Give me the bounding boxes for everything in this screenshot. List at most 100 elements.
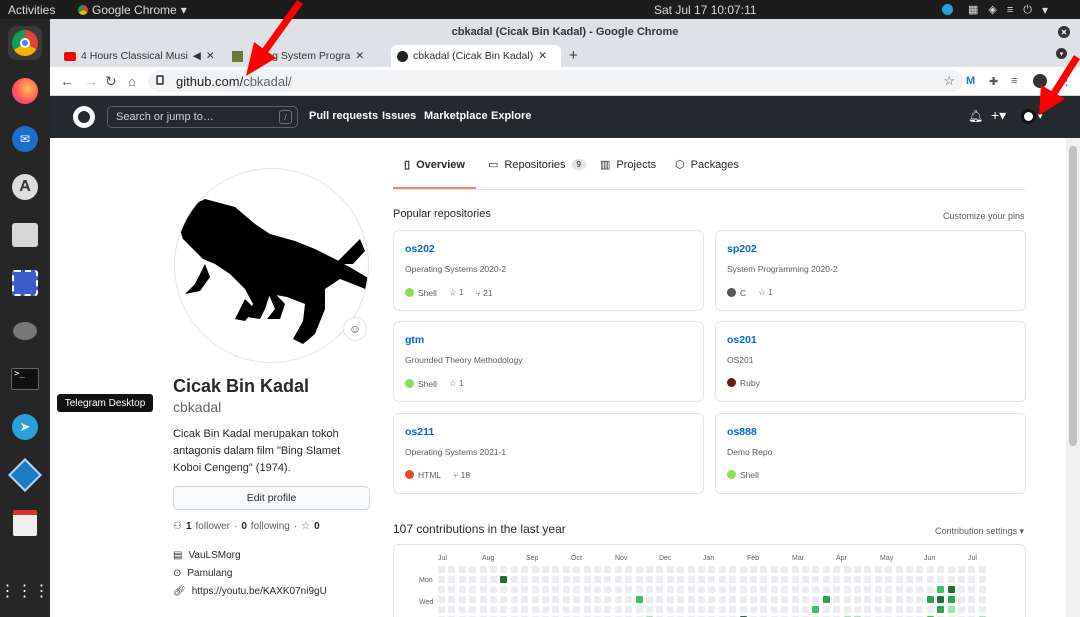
contribution-day[interactable] <box>667 606 674 613</box>
contribution-day[interactable] <box>688 586 695 593</box>
repo-name-link[interactable]: os211 <box>405 426 434 438</box>
contribution-day[interactable] <box>719 606 726 613</box>
contribution-day[interactable] <box>885 576 892 583</box>
contribution-day[interactable] <box>563 566 570 573</box>
contribution-day[interactable] <box>885 586 892 593</box>
contribution-day[interactable] <box>552 596 559 603</box>
contribution-day[interactable] <box>802 596 809 603</box>
contribution-day[interactable] <box>833 586 840 593</box>
tab-github[interactable]: cbkadal (Cicak Bin Kadal) ✕ <box>391 45 561 67</box>
contribution-day[interactable] <box>542 566 549 573</box>
contribution-day[interactable] <box>532 596 539 603</box>
contribution-day[interactable] <box>958 566 965 573</box>
contribution-day[interactable] <box>781 606 788 613</box>
contribution-day[interactable] <box>688 606 695 613</box>
contribution-day[interactable] <box>844 606 851 613</box>
system-menu-icon[interactable]: ▾ <box>1042 3 1048 17</box>
contribution-day[interactable] <box>781 586 788 593</box>
contribution-day[interactable] <box>677 606 684 613</box>
tab-music[interactable]: 4 Hours Classical Musi ◀ ✕ <box>58 45 223 67</box>
contribution-day[interactable] <box>708 606 715 613</box>
app-menu[interactable]: Google Chrome ▾ <box>78 3 187 17</box>
contribution-day[interactable] <box>750 606 757 613</box>
contribution-day[interactable] <box>968 596 975 603</box>
contribution-day[interactable] <box>812 606 819 613</box>
contribution-day[interactable] <box>521 596 528 603</box>
contribution-day[interactable] <box>719 586 726 593</box>
contribution-day[interactable] <box>896 576 903 583</box>
scrollbar-thumb[interactable] <box>1069 146 1077 446</box>
clock[interactable]: Sat Jul 17 10:07:11 <box>654 3 757 17</box>
contribution-day[interactable] <box>688 596 695 603</box>
contribution-day[interactable] <box>781 596 788 603</box>
contribution-day[interactable] <box>656 606 663 613</box>
contribution-day[interactable] <box>667 596 674 603</box>
contribution-day[interactable] <box>667 586 674 593</box>
tab-overview[interactable]: ▯ Overview <box>404 158 465 172</box>
contribution-day[interactable] <box>708 596 715 603</box>
contribution-day[interactable] <box>823 586 830 593</box>
contribution-day[interactable] <box>854 576 861 583</box>
contribution-day[interactable] <box>927 566 934 573</box>
contribution-day[interactable] <box>532 606 539 613</box>
contribution-day[interactable] <box>656 596 663 603</box>
contribution-day[interactable] <box>719 566 726 573</box>
contribution-day[interactable] <box>729 566 736 573</box>
contribution-day[interactable] <box>469 566 476 573</box>
contribution-day[interactable] <box>594 606 601 613</box>
contribution-day[interactable] <box>532 576 539 583</box>
contribution-day[interactable] <box>542 586 549 593</box>
nav-marketplace[interactable]: Marketplace <box>424 110 488 122</box>
contribution-day[interactable] <box>740 586 747 593</box>
contribution-day[interactable] <box>771 576 778 583</box>
contribution-day[interactable] <box>656 576 663 583</box>
followers-count[interactable]: 1 <box>186 521 192 532</box>
contribution-day[interactable] <box>948 596 955 603</box>
contribution-day[interactable] <box>802 586 809 593</box>
contribution-day[interactable] <box>500 566 507 573</box>
contribution-day[interactable] <box>875 586 882 593</box>
tab-close-icon[interactable]: ✕ <box>355 50 364 62</box>
tab-close-icon[interactable]: ✕ <box>206 50 215 62</box>
files-dock-icon[interactable] <box>8 218 42 252</box>
contribution-day[interactable] <box>740 596 747 603</box>
contribution-day[interactable] <box>750 576 757 583</box>
contribution-day[interactable] <box>896 586 903 593</box>
contribution-day[interactable] <box>615 586 622 593</box>
contribution-day[interactable] <box>438 566 445 573</box>
contribution-day[interactable] <box>968 606 975 613</box>
contribution-day[interactable] <box>864 596 871 603</box>
extension-m-icon[interactable]: M <box>966 75 975 87</box>
contribution-day[interactable] <box>500 606 507 613</box>
reload-icon[interactable]: ↻ <box>105 73 117 90</box>
contribution-day[interactable] <box>896 596 903 603</box>
contribution-day[interactable] <box>625 596 632 603</box>
contribution-day[interactable] <box>812 576 819 583</box>
contribution-day[interactable] <box>937 576 944 583</box>
home-icon[interactable]: ⌂ <box>128 74 136 89</box>
contribution-day[interactable] <box>833 566 840 573</box>
contribution-day[interactable] <box>500 586 507 593</box>
contribution-day[interactable] <box>885 596 892 603</box>
contribution-day[interactable] <box>760 566 767 573</box>
contribution-day[interactable] <box>594 576 601 583</box>
contribution-day[interactable] <box>480 586 487 593</box>
contribution-day[interactable] <box>792 606 799 613</box>
contribution-day[interactable] <box>511 566 518 573</box>
contribution-day[interactable] <box>459 576 466 583</box>
contribution-day[interactable] <box>760 606 767 613</box>
customize-pins-link[interactable]: Customize your pins <box>943 211 1025 221</box>
contribution-day[interactable] <box>500 576 507 583</box>
terminal-dock-icon[interactable]: >_ <box>8 362 42 396</box>
contribution-day[interactable] <box>802 606 809 613</box>
tab-projects[interactable]: ▥ Projects <box>600 158 656 172</box>
extensions-puzzle-icon[interactable]: ✚ <box>989 75 998 88</box>
contribution-day[interactable] <box>542 606 549 613</box>
contribution-day[interactable] <box>906 566 913 573</box>
contribution-day[interactable] <box>854 566 861 573</box>
contribution-day[interactable] <box>885 606 892 613</box>
contribution-day[interactable] <box>750 596 757 603</box>
contribution-day[interactable] <box>833 576 840 583</box>
contribution-day[interactable] <box>646 596 653 603</box>
contribution-day[interactable] <box>511 596 518 603</box>
